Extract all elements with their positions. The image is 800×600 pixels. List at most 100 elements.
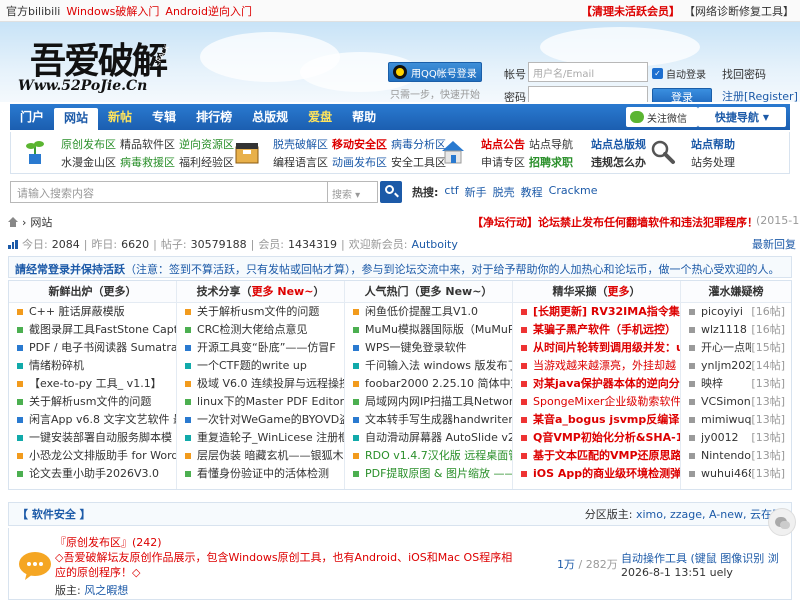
sub-link-virus-analysis[interactable]: 病毒分析区 (391, 136, 446, 152)
list-head[interactable]: 灌水嫌疑榜 (681, 281, 791, 303)
list-item[interactable]: 基于文本匹配的VMP还原思路 (513, 447, 680, 465)
list-item[interactable]: 自动滑动屏幕器 AutoSlide v2. (345, 429, 512, 447)
list-item[interactable]: WPS一键免登录软件 (345, 339, 512, 357)
announcement-link[interactable]: 【净坛行动】论坛禁止发布任何翻墙软件和违法犯罪程序！ (472, 214, 758, 230)
find-password-link[interactable]: 找回密码 (722, 66, 766, 82)
list-item[interactable]: 关于解析usm文件的问题 (177, 303, 344, 321)
list-item[interactable]: wuhui468 [13帖] (681, 465, 791, 483)
sub-link-security-tools[interactable]: 安全工具区 (391, 154, 446, 170)
sub-link-fine-software[interactable]: 精品软件区 (120, 136, 175, 152)
list-item[interactable]: linux下的Master PDF Editor 5. (177, 393, 344, 411)
topbar-link-windows-crack[interactable]: Windows破解入门 (66, 3, 159, 19)
list-item[interactable]: Nintendo [13帖] (681, 447, 791, 465)
list-item[interactable]: 一个CTF题的write up (177, 357, 344, 375)
hot-word[interactable]: 新手 (465, 184, 487, 200)
auto-login-toggle[interactable]: ✓ 自动登录 (652, 66, 706, 81)
list-item[interactable]: PDF提取原图 & 图片缩放 —— (345, 465, 512, 483)
newest-member-link[interactable]: Autboity (411, 238, 457, 251)
sub-link-unpack[interactable]: 脱壳破解区 (273, 136, 328, 152)
list-item[interactable]: foobar2000 2.25.10 简体中文 (345, 375, 512, 393)
home-icon[interactable] (8, 217, 18, 227)
nav-item-portal[interactable]: 门户 (10, 104, 54, 130)
list-item[interactable]: 一次针对WeGame的BYOVD盗 (177, 411, 344, 429)
list-item[interactable]: 开源工具变“卧底”——仿冒F (177, 339, 344, 357)
sub-link-virus-rescue[interactable]: 病毒救援区 (120, 154, 175, 170)
sub-link-animation[interactable]: 动画发布区 (332, 154, 387, 170)
moderator-links[interactable]: ximo, zzage, A-new, 云在天 (636, 508, 783, 521)
sub-link-reverse-resources[interactable]: 逆向资源区 (179, 136, 234, 152)
list-item[interactable]: 当游戏越来越漂亮，外挂却越 (513, 357, 680, 375)
list-item[interactable]: 从时间片轮转到调用级并发：u (513, 339, 680, 357)
nav-item-help[interactable]: 帮助 (342, 104, 386, 130)
list-item[interactable]: [长期更新] RV32IMA指令集模 (513, 303, 680, 321)
sub-link-site-nav[interactable]: 站点导航 (529, 136, 573, 152)
list-item[interactable]: 极域 V6.0 连续投屏与远程操控 (177, 375, 344, 393)
list-item[interactable]: 文本转手写生成器handwriter (345, 411, 512, 429)
hot-word[interactable]: ctf (444, 184, 458, 200)
list-item[interactable]: VCSimon [13帖] (681, 393, 791, 411)
account-input[interactable]: 用户名/Email (528, 62, 648, 82)
forum-moderator-link[interactable]: 风之暇想 (84, 584, 128, 597)
list-item[interactable]: picoyiyi [16帖] (681, 303, 791, 321)
list-item[interactable]: 局域网内网IP扫描工具Networ (345, 393, 512, 411)
sub-link-welfare[interactable]: 福利经验区 (179, 154, 234, 170)
floating-wechat-icon[interactable] (768, 508, 796, 536)
search-type-select[interactable]: 搜索 ▾ (328, 181, 378, 203)
list-item[interactable]: 论文去重小助手2026V3.0 (9, 465, 176, 483)
latest-reply-link[interactable]: 最新回复 (752, 236, 796, 252)
hot-word[interactable]: 脱壳 (493, 184, 515, 200)
hot-word[interactable]: 教程 (521, 184, 543, 200)
sub-link-programming[interactable]: 编程语言区 (273, 154, 328, 170)
list-item[interactable]: wlz1118 [16帖] (681, 321, 791, 339)
list-item[interactable]: mimiwuqi [13帖] (681, 411, 791, 429)
sub-link-announcements[interactable]: 站点公告 (481, 136, 525, 152)
sub-link-mobile-security[interactable]: 移动安全区 (332, 136, 387, 152)
search-button[interactable] (380, 181, 402, 203)
nav-item-rules[interactable]: 总版规 (242, 104, 298, 130)
list-head[interactable]: 新鲜出炉（更多） (9, 281, 176, 303)
list-item[interactable]: 截图录屏工具FastStone Captu (9, 321, 176, 339)
list-item[interactable]: 映梓 [13帖] (681, 375, 791, 393)
list-item[interactable]: 情绪粉碎机 (9, 357, 176, 375)
topbar-link-network-repair[interactable]: 【网络诊断修复工具】 (684, 3, 794, 19)
list-head[interactable]: 人气热门（更多 New~） (345, 281, 512, 303)
list-item[interactable]: 开心一点吧 [15帖] (681, 339, 791, 357)
list-item[interactable]: 关于解析usm文件的问题 (9, 393, 176, 411)
list-item[interactable]: SpongeMixer企业级勒索软件 (513, 393, 680, 411)
list-item[interactable]: 某音a_bogus jsvmp反编译 (513, 411, 680, 429)
sub-link-apply[interactable]: 申请专区 (481, 154, 525, 170)
list-item[interactable]: 闲鱼低价提醒工具V1.0 (345, 303, 512, 321)
quick-nav-dropdown[interactable]: 快捷导航 ▼ (698, 107, 786, 127)
list-item[interactable]: CRC检测大佬给点意见 (177, 321, 344, 339)
sub-link-site-rules[interactable]: 站点总版规 (591, 136, 646, 152)
sub-link-jobs[interactable]: 招聘求职 (529, 154, 573, 170)
list-item[interactable]: 某骗子黑产软件（手机远控） (513, 321, 680, 339)
list-item[interactable]: 千问输入法 windows 版发布了 (345, 357, 512, 375)
list-head[interactable]: 技术分享（更多 New~） (177, 281, 344, 303)
nav-item-new-posts[interactable]: 新帖 (98, 104, 142, 130)
login-button[interactable]: 登录 (652, 88, 712, 102)
sub-link-original[interactable]: 原创发布区 (61, 136, 116, 152)
nav-item-website[interactable]: 网站 (54, 108, 99, 130)
forum-last-post-link[interactable]: 自动操作工具 (键鼠 图像识别 浏 ... (621, 550, 781, 566)
list-item[interactable]: 一键安装部署自动服务脚本模 (9, 429, 176, 447)
list-item[interactable]: 闲言App v6.8 文字文艺软件 最 (9, 411, 176, 429)
topbar-link-bilibili[interactable]: 官方bilibili (6, 3, 60, 19)
nav-item-rankings[interactable]: 排行榜 (186, 104, 242, 130)
list-item[interactable]: RDO v1.4.7汉化版 远程桌面管 (345, 447, 512, 465)
password-input[interactable] (528, 86, 648, 102)
topbar-link-android-reverse[interactable]: Android逆向入门 (165, 3, 252, 19)
sub-link-water[interactable]: 水漫金山区 (61, 154, 116, 170)
search-input[interactable]: 请输入搜索内容 (10, 181, 328, 203)
list-item[interactable]: Q音VMP初始化分析&SHA-1算 (513, 429, 680, 447)
topbar-link-clean-members[interactable]: 【清理未活跃会员】 (581, 3, 680, 19)
list-item[interactable]: 【exe-to-py 工具_ v1.1】 (9, 375, 176, 393)
list-item[interactable]: 层层伪装 暗藏玄机——银狐木 (177, 447, 344, 465)
qq-login-button[interactable]: 用QQ帐号登录 (388, 62, 482, 82)
hot-word[interactable]: Crackme (549, 184, 598, 200)
site-logo[interactable]: 吾爱破解 Www.52PoJie.Cn CRACK (10, 30, 180, 100)
sub-link-violations[interactable]: 违规怎么办 (591, 154, 646, 170)
list-item[interactable]: 看懂身份验证中的活体检测 (177, 465, 344, 483)
list-item[interactable]: C++ 脏话屏蔽模版 (9, 303, 176, 321)
list-item[interactable]: 重复造轮子_WinLicese 注册框 (177, 429, 344, 447)
